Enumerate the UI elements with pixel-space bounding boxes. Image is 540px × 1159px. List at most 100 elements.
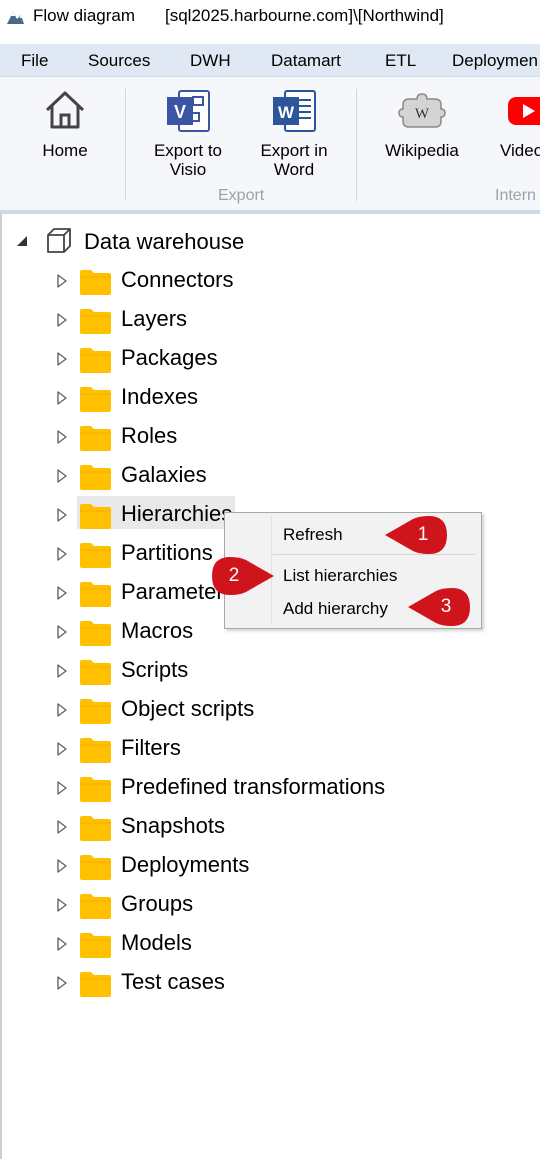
- tree-item-label: Galaxies: [121, 462, 207, 487]
- visio-icon: V: [167, 90, 210, 132]
- home-label: Home: [42, 141, 88, 160]
- tree-item-label: Filters: [121, 735, 181, 760]
- expand-arrow-icon[interactable]: [56, 351, 68, 367]
- export-word-label-1: Export in: [260, 141, 328, 160]
- export-group-label: Export: [218, 187, 265, 204]
- wikipedia-button[interactable]: W Wikipedia: [380, 77, 464, 177]
- expand-arrow-icon[interactable]: [56, 273, 68, 289]
- tree-item-label: Packages: [121, 345, 218, 370]
- tree-item-label: Snapshots: [121, 813, 225, 838]
- folder-icon: [80, 504, 111, 529]
- tree-root-label: Data warehouse: [84, 229, 245, 254]
- folder-icon: [80, 582, 111, 607]
- expand-arrow-icon[interactable]: [56, 429, 68, 445]
- expand-arrow-icon[interactable]: [56, 858, 68, 874]
- export-word-label-2: Word: [273, 160, 315, 179]
- expand-arrow-icon[interactable]: [56, 390, 68, 406]
- expand-arrow-icon[interactable]: [56, 819, 68, 835]
- folder-icon: [80, 348, 111, 373]
- folder-icon: [80, 933, 111, 958]
- home-icon: [45, 91, 85, 129]
- export-visio-button[interactable]: V Export to Visio: [148, 77, 228, 179]
- ribbon: Home V Export to Visio W Export in Word …: [0, 76, 540, 211]
- app-logo-icon: [7, 12, 24, 24]
- home-button[interactable]: Home: [26, 77, 104, 177]
- word-icon: W: [273, 90, 316, 132]
- youtube-icon: [508, 97, 540, 125]
- expand-arrow-icon[interactable]: [56, 936, 68, 952]
- callout-number: 1: [417, 524, 429, 545]
- expand-arrow-icon[interactable]: [56, 546, 68, 562]
- svg-text:W: W: [278, 103, 295, 122]
- callout-marker: 2: [210, 557, 276, 600]
- ribbon-separator: [356, 89, 357, 201]
- folder-icon: [80, 972, 111, 997]
- internet-group-label: Intern: [495, 187, 536, 204]
- tree-item-label: Test cases: [121, 969, 225, 994]
- tree-item-label: Partitions: [121, 540, 213, 565]
- expand-arrow-icon[interactable]: [56, 468, 68, 484]
- tree-item-label: Deployments: [121, 852, 250, 877]
- menu-datamart[interactable]: Datamart: [271, 51, 341, 71]
- callout-number: 3: [440, 596, 452, 617]
- folder-icon: [80, 855, 111, 880]
- tree-item-label: Predefined transformations: [121, 774, 386, 799]
- folder-icon: [80, 738, 111, 763]
- menu-sources[interactable]: Sources: [88, 51, 150, 71]
- expand-arrow-icon[interactable]: [56, 780, 68, 796]
- tree-item-label: Object scripts: [121, 696, 255, 721]
- expand-arrow-icon[interactable]: [56, 975, 68, 991]
- folder-icon: [80, 387, 111, 412]
- tree-item-label: Hierarchies: [121, 501, 233, 526]
- folder-icon: [80, 777, 111, 802]
- callout-marker: 3: [408, 588, 474, 631]
- svg-text:W: W: [415, 106, 430, 122]
- folder-icon: [80, 660, 111, 685]
- expand-arrow-icon[interactable]: [56, 507, 68, 523]
- folder-icon: [80, 816, 111, 841]
- folder-icon: [80, 894, 111, 919]
- tree-item-label: Groups: [121, 891, 194, 916]
- folder-icon: [80, 543, 111, 568]
- connection-label: [sql2025.harbourne.com]\[Northwind]: [165, 6, 444, 25]
- expand-arrow-icon[interactable]: [56, 897, 68, 913]
- svg-text:V: V: [174, 102, 186, 122]
- export-word-button[interactable]: W Export in Word: [254, 77, 334, 179]
- tree-item-label: Connectors: [121, 267, 234, 292]
- expand-arrow-icon[interactable]: [56, 624, 68, 640]
- callout-number: 2: [228, 565, 240, 586]
- menu-file[interactable]: File: [21, 51, 48, 71]
- expand-arrow-icon[interactable]: [56, 312, 68, 328]
- expand-arrow-icon[interactable]: [56, 663, 68, 679]
- video-label: Video: [500, 141, 540, 160]
- tree-item-label: Indexes: [121, 384, 199, 409]
- callout-marker: 1: [385, 516, 451, 559]
- list-hierarchies-menu-item[interactable]: List hierarchies: [283, 566, 397, 586]
- folder-icon: [80, 270, 111, 295]
- wikipedia-icon: W: [398, 93, 446, 128]
- tree-item-label: Roles: [121, 423, 178, 448]
- refresh-menu-item[interactable]: Refresh: [283, 525, 343, 545]
- add-hierarchy-menu-item[interactable]: Add hierarchy: [283, 599, 388, 619]
- menu-deployment[interactable]: Deploymen: [452, 51, 538, 71]
- folder-icon: [80, 465, 111, 490]
- export-visio-label-2: Visio: [169, 160, 207, 179]
- tree-item-label: Layers: [121, 306, 188, 331]
- cube-icon: [47, 228, 71, 253]
- folder-icon: [80, 426, 111, 451]
- expand-arrow-icon[interactable]: [56, 585, 68, 601]
- menu-dwh[interactable]: DWH: [190, 51, 231, 71]
- window-title: Flow diagram: [33, 6, 136, 25]
- tree-item-label: Macros: [121, 618, 194, 643]
- title-bar: Flow diagram [sql2025.harbourne.com]\[No…: [0, 0, 540, 34]
- ribbon-separator: [125, 89, 126, 201]
- export-visio-label-1: Export to: [153, 141, 223, 160]
- expand-arrow-icon[interactable]: [56, 741, 68, 757]
- collapse-arrow-icon[interactable]: [16, 235, 28, 247]
- menu-etl[interactable]: ETL: [385, 51, 416, 71]
- folder-icon: [80, 621, 111, 646]
- video-button[interactable]: Video: [496, 77, 540, 177]
- menu-bar: File Sources DWH Datamart ETL Deploymen: [0, 44, 540, 76]
- panel-border: [0, 214, 2, 1159]
- expand-arrow-icon[interactable]: [56, 702, 68, 718]
